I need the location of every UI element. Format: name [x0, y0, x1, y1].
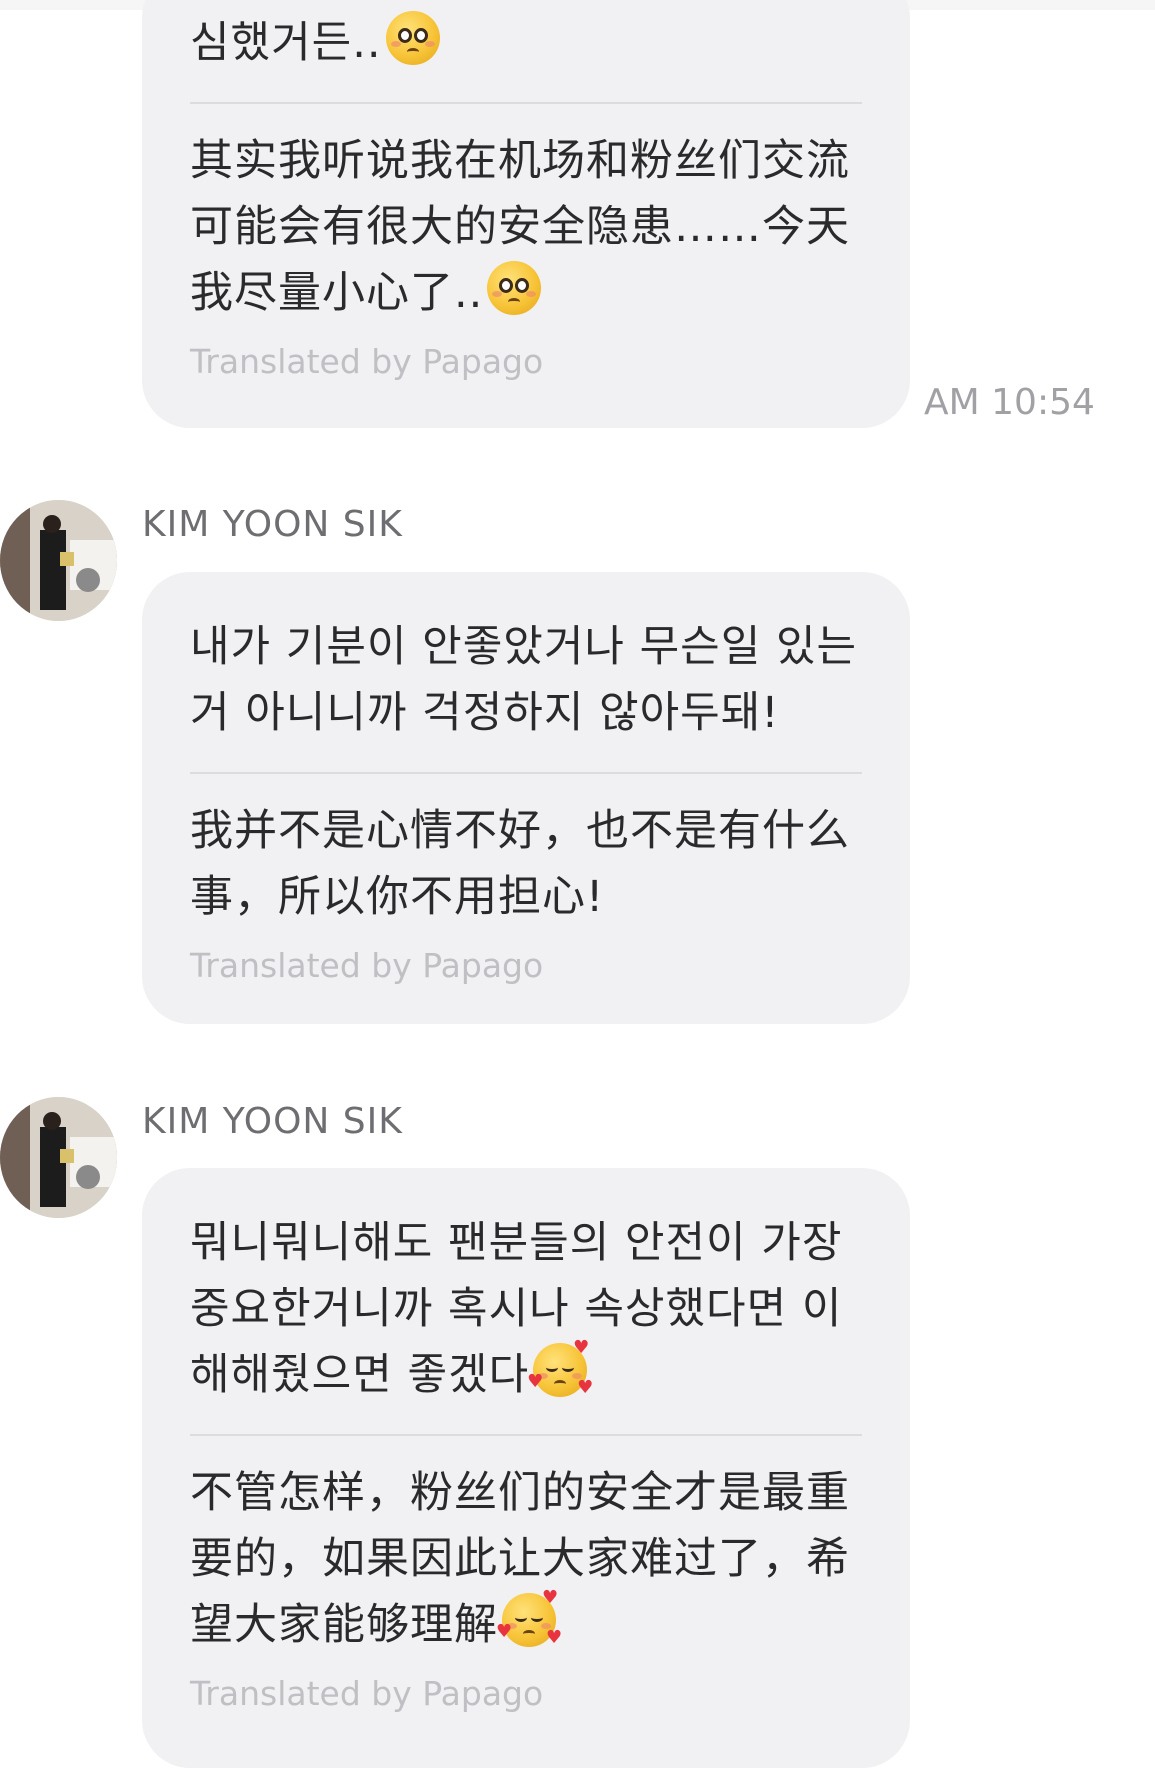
translated-text: 其实我听说我在机场和粉丝们交流可能会有很大的安全隐患……今天我尽量小心了.. [190, 136, 850, 318]
translation-credit: Translated by Papago [190, 342, 544, 381]
original-text: 뭐니뭐니해도 팬분들의 안전이 가장 중요한거니까 혹시나 속상했다면 이해해줬… [190, 1218, 843, 1400]
message-bubble[interactable]: 내가 기분이 안좋았거나 무슨일 있는 거 아니니까 걱정하지 않아두돼! 我并… [142, 572, 910, 1024]
translated-text: 不管怎样，粉丝们的安全才是最重要的，如果因此让大家难过了，希望大家能够理解 ♥ ♥ ♥ [190, 1468, 850, 1650]
pleading-face-emoji-icon [487, 261, 542, 315]
profile-photo-icon [0, 1097, 117, 1218]
message-bubble[interactable]: 심했거든.. 其实我听说我在机场和粉丝们交流可能会有很大的安全隐患……今天我尽量… [142, 0, 910, 428]
translation-divider [190, 1434, 862, 1436]
pleading-face-emoji-icon [385, 11, 440, 65]
translated-text: 我并不是心情不好，也不是有什么事，所以你不用担心! [190, 806, 850, 922]
translation-divider [190, 102, 862, 104]
original-text: 내가 기분이 안좋았거나 무슨일 있는 거 아니니까 걱정하지 않아두돼! [190, 622, 858, 738]
smiling-face-with-hearts-emoji-icon: ♥ ♥ ♥ [496, 1587, 564, 1648]
message-bubble[interactable]: 뭐니뭐니해도 팬분들의 안전이 가장 중요한거니까 혹시나 속상했다면 이해해줬… [142, 1168, 910, 1768]
message-timestamp: AM 10:54 [924, 382, 1095, 423]
sender-name: KIM YOON SIK [142, 1101, 403, 1142]
profile-photo-icon [0, 500, 117, 621]
translation-divider [190, 772, 862, 774]
sender-name: KIM YOON SIK [142, 504, 403, 545]
avatar[interactable] [0, 1097, 117, 1218]
avatar[interactable] [0, 500, 117, 621]
translation-credit: Translated by Papago [190, 946, 544, 985]
smiling-face-with-hearts-emoji-icon: ♥ ♥ ♥ [527, 1337, 595, 1398]
translation-credit: Translated by Papago [190, 1674, 544, 1713]
original-text: 심했거든.. [190, 10, 862, 76]
